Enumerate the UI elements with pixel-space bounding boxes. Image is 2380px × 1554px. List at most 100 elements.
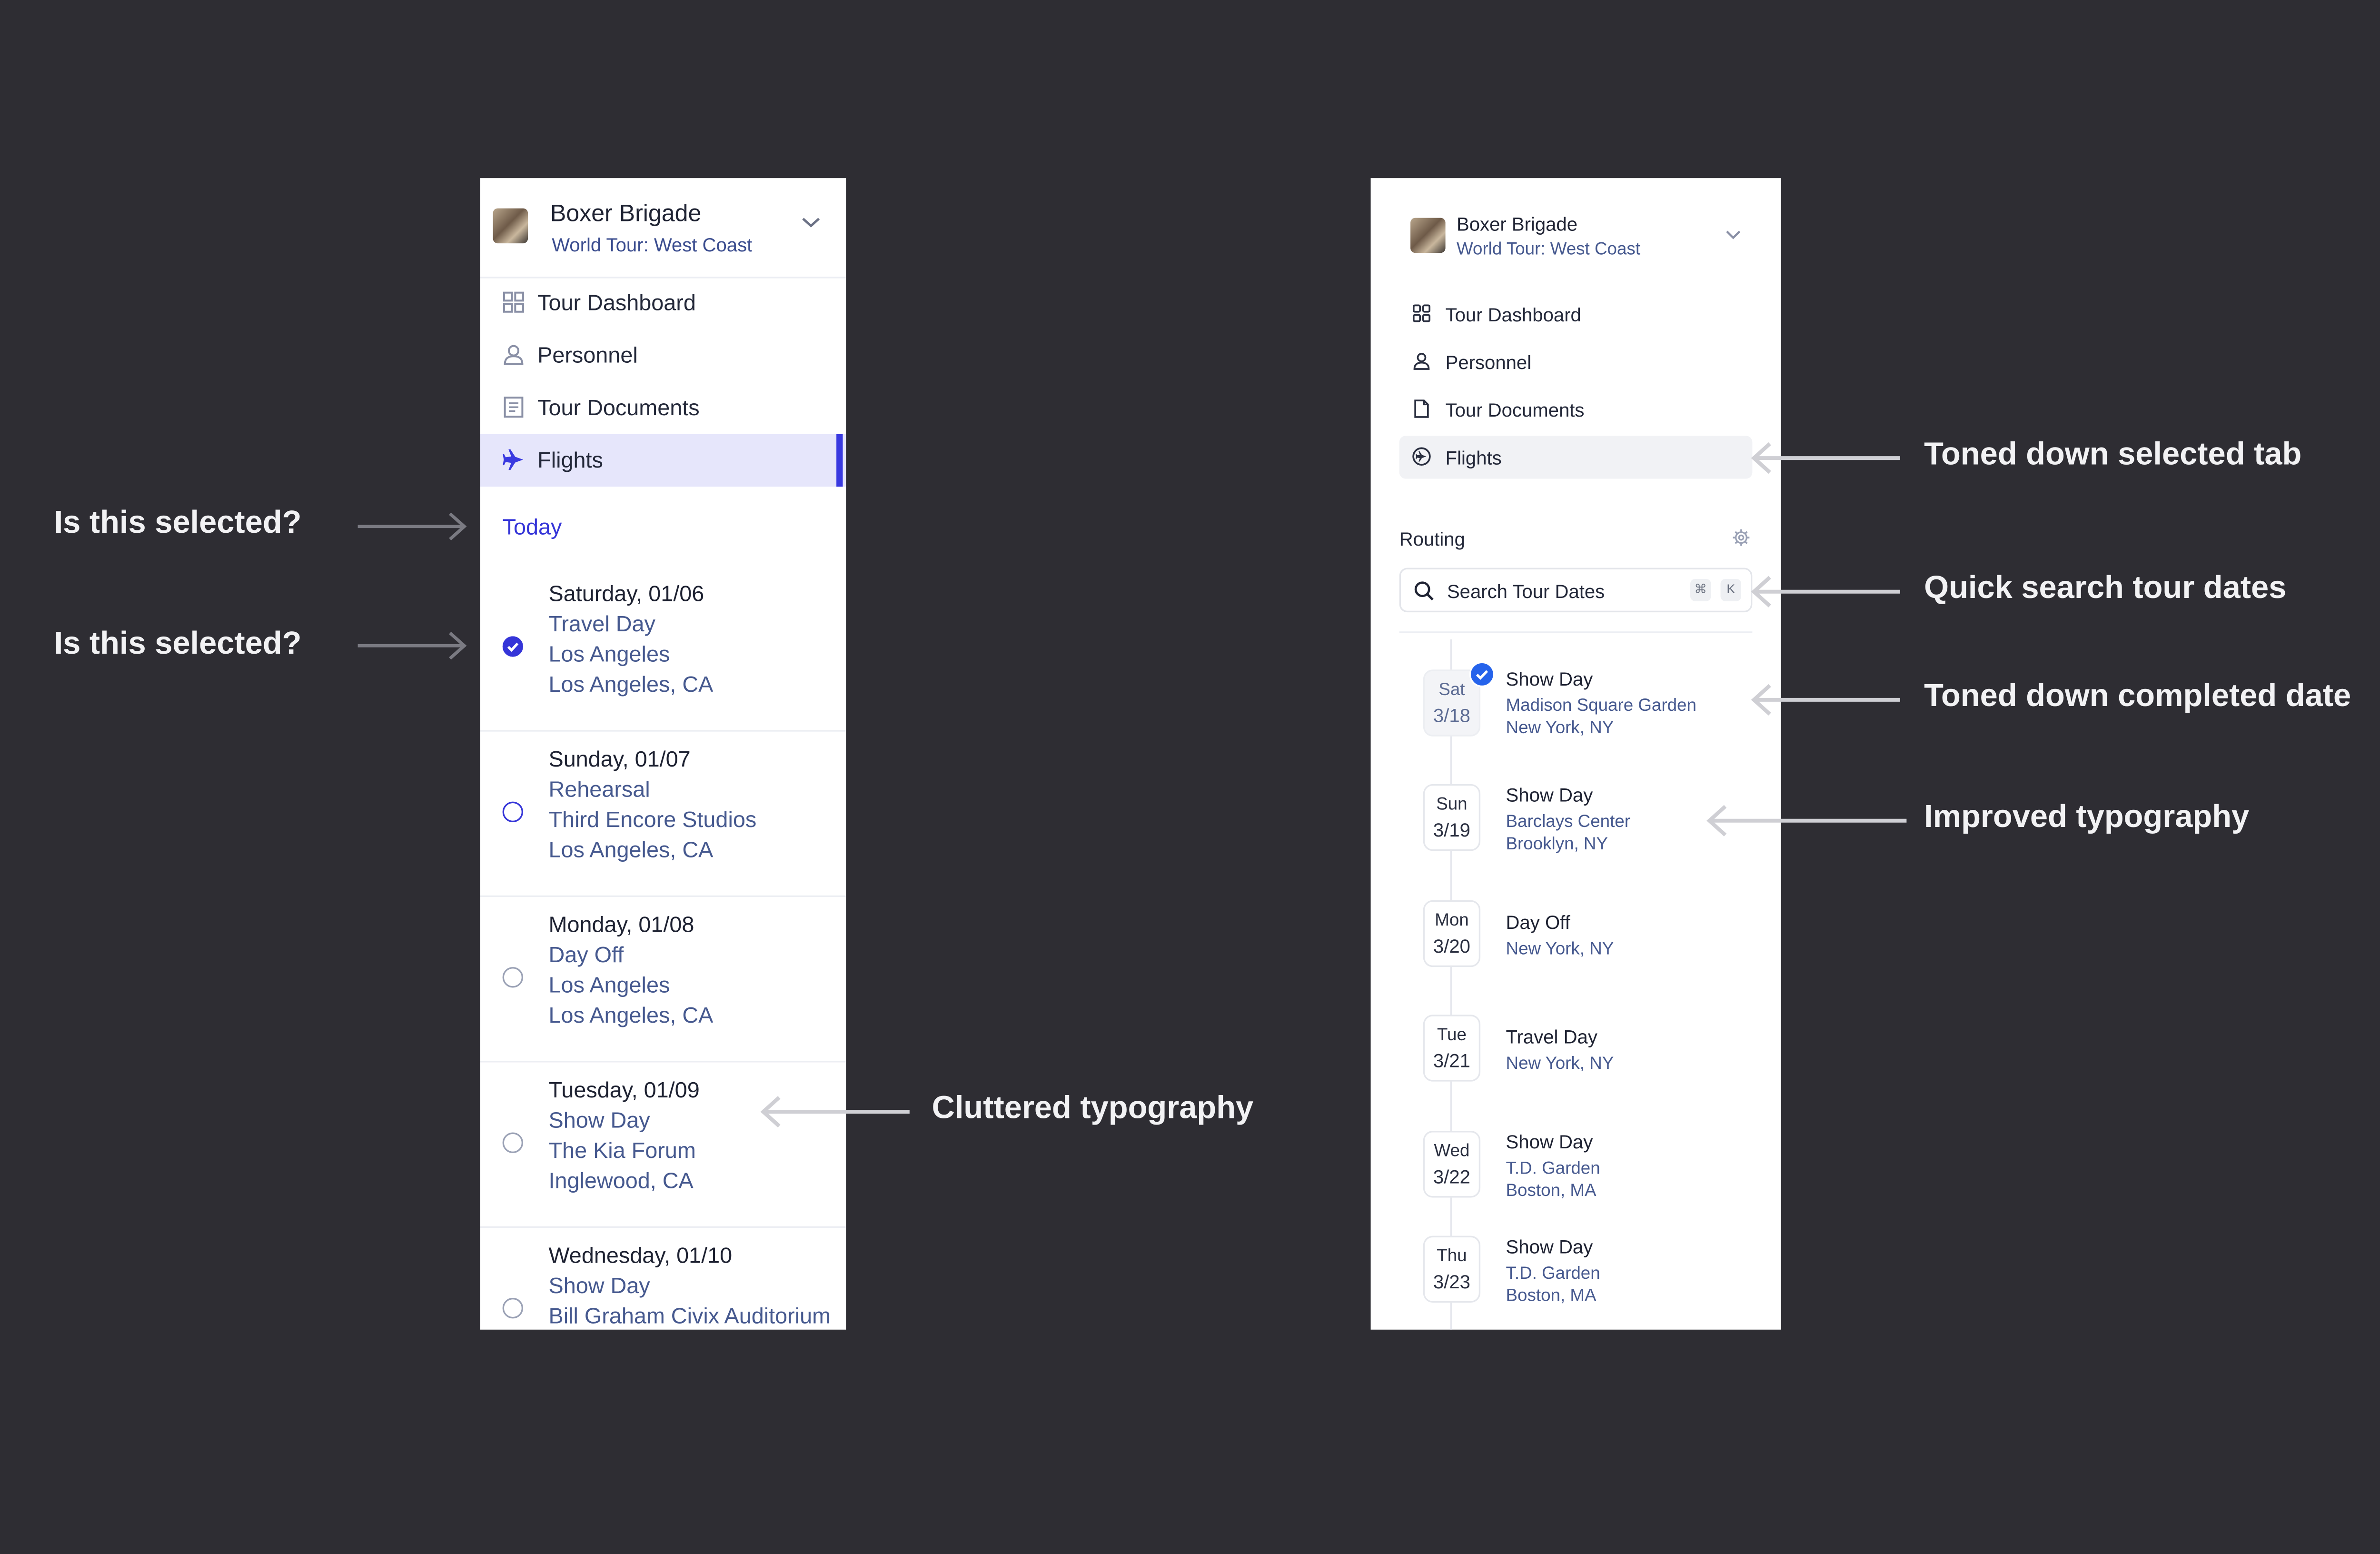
date-md: 3/21 — [1433, 1049, 1470, 1072]
date-md: 3/22 — [1433, 1166, 1470, 1188]
annotation-toned-tab: Toned down selected tab — [1924, 437, 2302, 473]
arrow-left-icon — [1751, 684, 1901, 716]
event-venue: Madison Square Garden — [1506, 697, 1696, 716]
chevron-down-icon[interactable] — [1726, 229, 1741, 240]
list-item[interactable]: Sunday, 01/07 Rehearsal Third Encore Stu… — [480, 730, 846, 897]
plane-circle-icon — [1412, 447, 1431, 466]
item-type: Show Day — [548, 1272, 650, 1298]
tour-date-item[interactable]: Show Day Madison Square Garden New York,… — [1506, 668, 1696, 739]
nav-label: Tour Dashboard — [1445, 304, 1581, 326]
event-type: Show Day — [1506, 668, 1593, 690]
date-badge[interactable]: Tue 3/21 — [1423, 1015, 1481, 1082]
date-dow: Tue — [1437, 1026, 1467, 1045]
item-venue: Third Encore Studios — [548, 806, 757, 832]
document-icon — [504, 397, 524, 418]
nav-item-personnel[interactable]: Personnel — [480, 329, 846, 382]
today-link[interactable]: Today — [503, 514, 562, 539]
date-md: 3/20 — [1433, 935, 1470, 958]
date-badge[interactable]: Thu 3/23 — [1423, 1235, 1481, 1303]
nav-item-personnel[interactable]: Personnel — [1399, 340, 1753, 383]
item-venue: Los Angeles — [548, 972, 670, 997]
sidebar-before: Boxer Brigade World Tour: West Coast Tou… — [480, 178, 846, 1330]
event-type: Day Off — [1506, 911, 1570, 934]
arrow-right-icon — [357, 512, 467, 540]
nav-item-tour-dashboard[interactable]: Tour Dashboard — [1399, 293, 1753, 336]
date-md: 3/23 — [1433, 1271, 1470, 1293]
chevron-down-icon[interactable] — [802, 216, 821, 229]
tour-name: World Tour: West Coast — [1456, 240, 1640, 259]
nav-label: Flights — [1445, 447, 1502, 469]
radio-circle-icon[interactable] — [502, 1132, 524, 1153]
date-badge[interactable]: Wed 3/22 — [1423, 1131, 1481, 1198]
tour-switcher[interactable]: Boxer Brigade World Tour: West Coast — [480, 178, 846, 279]
tour-date-item[interactable]: Day Off New York, NY — [1506, 911, 1614, 961]
item-date: Monday, 01/08 — [548, 911, 694, 937]
date-md: 3/19 — [1433, 819, 1470, 842]
item-date: Saturday, 01/06 — [548, 580, 704, 606]
nav-item-tour-documents[interactable]: Tour Documents — [1399, 388, 1753, 431]
tour-date-item[interactable]: Travel Day New York, NY — [1506, 1026, 1614, 1076]
event-location: New York, NY — [1506, 940, 1614, 959]
annotation-cluttered: Cluttered typography — [932, 1091, 1254, 1126]
search-input[interactable]: Search Tour Dates ⌘ K — [1399, 568, 1753, 613]
date-badge[interactable]: Mon 3/20 — [1423, 900, 1481, 967]
nav-label: Personnel — [1445, 351, 1532, 374]
arrow-right-icon — [357, 632, 467, 660]
tour-name: World Tour: West Coast — [552, 234, 753, 256]
event-type: Show Day — [1506, 1235, 1593, 1258]
item-type: Travel Day — [548, 610, 655, 637]
event-location: Brooklyn, NY — [1506, 835, 1608, 854]
list-item[interactable]: Tuesday, 01/09 Show Day The Kia Forum In… — [480, 1061, 846, 1228]
item-type: Day Off — [548, 941, 624, 967]
band-avatar — [1410, 218, 1446, 253]
timeline-line — [1450, 639, 1452, 1330]
event-location: Boston, MA — [1506, 1182, 1597, 1201]
date-dow: Sun — [1436, 795, 1468, 815]
item-venue: Bill Graham Civix Auditorium — [548, 1302, 831, 1328]
event-type: Show Day — [1506, 784, 1593, 807]
list-item[interactable]: Monday, 01/08 Day Off Los Angeles Los An… — [480, 896, 846, 1063]
event-venue: T.D. Garden — [1506, 1159, 1600, 1179]
radio-circle-icon[interactable] — [502, 967, 524, 988]
shortcut-key: ⌘ — [1690, 578, 1711, 601]
annotation-quick-search: Quick search tour dates — [1924, 571, 2287, 606]
item-type: Show Day — [548, 1107, 650, 1133]
date-dow: Mon — [1435, 911, 1469, 931]
event-location: New York, NY — [1506, 718, 1614, 738]
item-date: Sunday, 01/07 — [548, 746, 691, 772]
nav-label: Flights — [537, 447, 603, 473]
plane-icon — [503, 449, 524, 470]
item-venue: Los Angeles — [548, 641, 670, 667]
band-name: Boxer Brigade — [550, 200, 702, 228]
date-dow: Sat — [1438, 680, 1465, 700]
event-type: Show Day — [1506, 1131, 1593, 1153]
nav-item-flights[interactable]: Flights — [480, 434, 846, 487]
tour-date-item[interactable]: Show Day T.D. Garden Boston, MA — [1506, 1236, 1600, 1307]
date-badge[interactable]: Sun 3/19 — [1423, 784, 1481, 851]
tour-date-item[interactable]: Show Day Barclays Center Brooklyn, NY — [1506, 784, 1630, 856]
item-location: Los Angeles, CA — [548, 1002, 714, 1028]
nav-item-tour-dashboard[interactable]: Tour Dashboard — [480, 277, 846, 329]
nav-item-flights[interactable]: Flights — [1399, 436, 1753, 479]
search-icon — [1414, 581, 1434, 601]
annotation-selected-question: Is this selected? — [54, 627, 302, 662]
divider — [1399, 631, 1753, 633]
grid-icon — [503, 291, 525, 313]
check-circle-icon[interactable] — [502, 636, 524, 657]
annotation-selected-question: Is this selected? — [54, 506, 302, 541]
date-dow: Thu — [1437, 1247, 1467, 1266]
person-icon — [504, 345, 524, 366]
nav-label: Tour Documents — [537, 394, 700, 420]
list-item[interactable]: Saturday, 01/06 Travel Day Los Angeles L… — [480, 565, 846, 732]
search-placeholder: Search Tour Dates — [1447, 580, 1605, 603]
event-venue: Barclays Center — [1506, 813, 1631, 832]
band-name: Boxer Brigade — [1456, 213, 1578, 236]
gear-icon[interactable] — [1732, 528, 1751, 547]
radio-circle-icon[interactable] — [502, 801, 524, 823]
item-date: Wednesday, 01/10 — [548, 1242, 733, 1268]
list-item[interactable]: Wednesday, 01/10 Show Day Bill Graham Ci… — [480, 1226, 846, 1330]
tour-date-item[interactable]: Show Day T.D. Garden Boston, MA — [1506, 1131, 1600, 1202]
nav-item-tour-documents[interactable]: Tour Documents — [480, 382, 846, 434]
radio-circle-icon[interactable] — [502, 1297, 524, 1319]
event-venue: T.D. Garden — [1506, 1264, 1600, 1284]
